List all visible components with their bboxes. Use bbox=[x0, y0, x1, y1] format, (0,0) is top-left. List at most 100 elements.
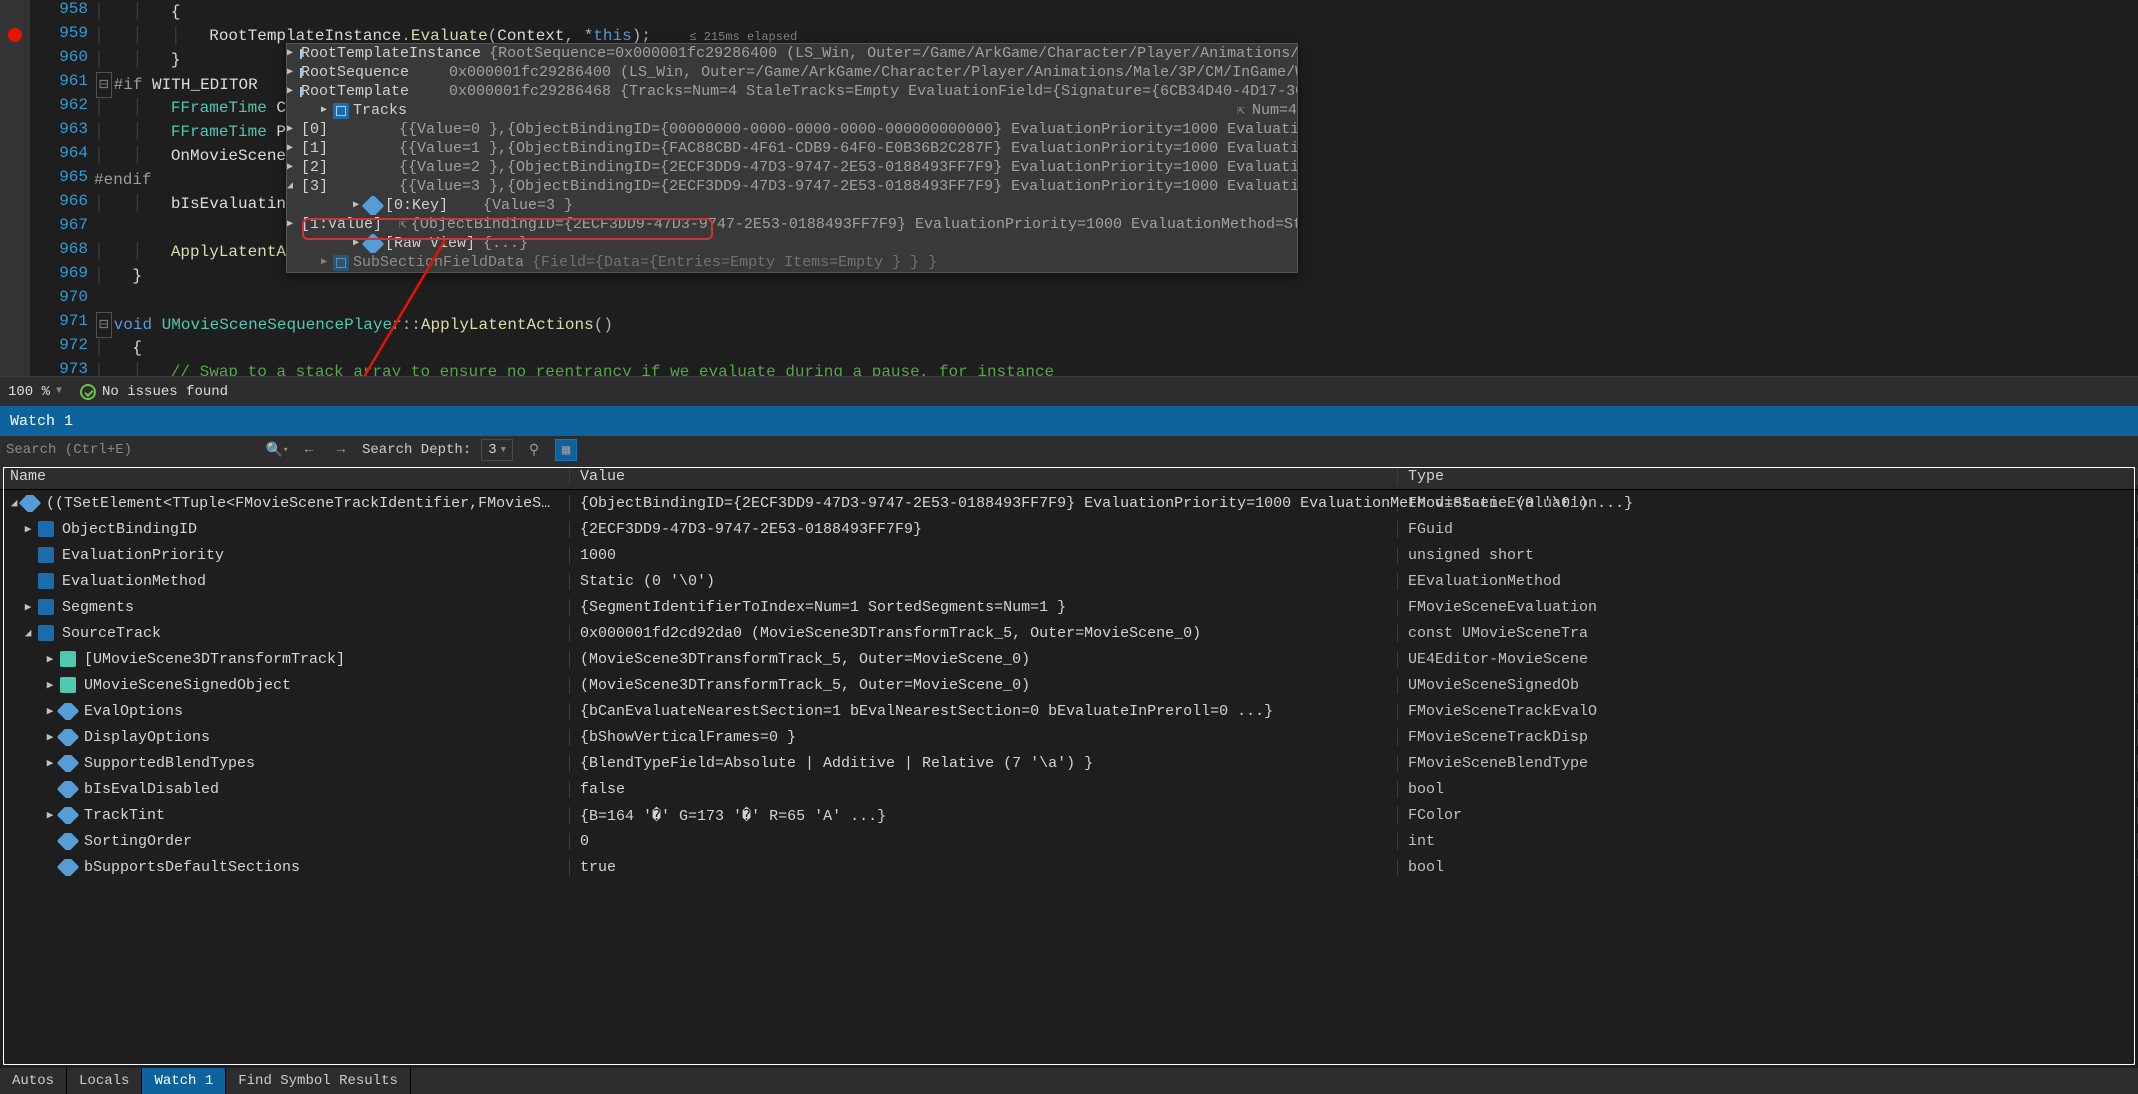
line-number: 965 bbox=[59, 168, 88, 186]
issues-indicator[interactable]: No issues found bbox=[80, 384, 228, 400]
datatip-name: [Raw View] bbox=[385, 234, 475, 253]
expand-arrow-icon[interactable]: ▶ bbox=[287, 44, 293, 63]
code-line[interactable]: ⊟void UMovieSceneSequencePlayer::ApplyLa… bbox=[94, 312, 613, 338]
datatip-root[interactable]: ▶RootTemplateInstance{RootSequence=0x000… bbox=[286, 43, 1298, 273]
search-placeholder: Search (Ctrl+E) bbox=[6, 442, 132, 458]
datatip-name: [1:Value] bbox=[301, 215, 391, 234]
expand-arrow-icon[interactable]: ◢ bbox=[287, 177, 293, 196]
line-number: 969 bbox=[59, 264, 88, 282]
watch-toolbar: Search (Ctrl+E) 🔍▾ ← → Search Depth: 3 ▼… bbox=[0, 436, 2138, 464]
expand-arrow-icon[interactable]: ▶ bbox=[319, 253, 329, 272]
datatip-value: {{Value=3 },{ObjectBindingID={2ECF3DD9-4… bbox=[399, 177, 1297, 196]
datatip-name: Tracks bbox=[353, 101, 493, 120]
breakpoint-icon[interactable] bbox=[8, 28, 22, 42]
watch-title-label: Watch 1 bbox=[10, 413, 73, 430]
datatip-name: RootSequence bbox=[301, 63, 441, 82]
datatip-row[interactable]: ▶ RootSequence 0x000001fc29286400 (LS_Win,… bbox=[287, 63, 1297, 82]
line-numbers: 9589599609619629639649659669679689699709… bbox=[30, 0, 94, 378]
datatip-name: SubSectionFieldData bbox=[353, 253, 524, 272]
datatip-row[interactable]: ▶ [0] {{Value=0 },{ObjectBindingID={000000… bbox=[287, 120, 1297, 139]
watch-panel-title[interactable]: Watch 1 bbox=[0, 406, 2138, 436]
search-depth-select[interactable]: 3 ▼ bbox=[481, 439, 513, 461]
datatip-value: {{Value=1 },{ObjectBindingID={FAC88CBD-4… bbox=[399, 139, 1297, 158]
var-icon bbox=[362, 196, 385, 215]
expand-arrow-icon[interactable]: ▶ bbox=[287, 120, 293, 139]
datatip-row[interactable]: ◢[3]{{Value=3 },{ObjectBindingID={2ECF3D… bbox=[287, 177, 1297, 196]
watch-row[interactable]: ▶UMovieSceneSignedObject(MovieScene3DTra… bbox=[0, 672, 2138, 698]
line-number: 958 bbox=[59, 0, 88, 18]
expand-arrow-icon[interactable]: ▶ bbox=[319, 101, 329, 120]
datatip-row[interactable]: ▶RootTemplate0x000001fc29286468 {Tracks=… bbox=[287, 82, 1297, 101]
zoom-level[interactable]: 100 % ▼ bbox=[8, 384, 62, 400]
datatip-value: {Value=3 } bbox=[483, 196, 573, 215]
bottom-tab[interactable]: Watch 1 bbox=[142, 1068, 226, 1094]
code-line[interactable]: │ { bbox=[94, 336, 142, 360]
chevron-down-icon: ▼ bbox=[501, 445, 506, 455]
gutter: 9589599609619629639649659669679689699709… bbox=[0, 0, 94, 378]
datatip-name: RootTemplateInstance bbox=[301, 44, 481, 63]
expand-arrow-icon[interactable]: ▶ bbox=[287, 139, 293, 158]
bottom-tab[interactable]: Locals bbox=[67, 1068, 142, 1094]
check-circle-icon bbox=[80, 384, 96, 400]
code-line[interactable]: ⊟#if WITH_EDITOR bbox=[94, 72, 258, 98]
line-number: 967 bbox=[59, 216, 88, 234]
datatip-name: [2] bbox=[301, 158, 391, 177]
datatip-row[interactable]: ▶ Tracks ⇱Num=4 bbox=[287, 101, 1297, 120]
bottom-tab[interactable]: Find Symbol Results bbox=[226, 1068, 411, 1094]
issues-text: No issues found bbox=[102, 384, 228, 400]
datatip-row[interactable]: ▶ [Raw View] {...} bbox=[287, 234, 1297, 253]
datatip-row[interactable]: ▶ [0:Key] {Value=3 } bbox=[287, 196, 1297, 215]
search-icon[interactable]: 🔍▾ bbox=[266, 439, 288, 461]
search-depth-value: 3 bbox=[488, 442, 496, 458]
expand-arrow-icon[interactable]: ▶ bbox=[287, 215, 293, 234]
datatip-value: {ObjectBindingID={2ECF3DD9-47D3-9747-2E5… bbox=[411, 215, 1297, 234]
datatip-value: Num=4 bbox=[1252, 101, 1297, 120]
editor-statusbar: 100 % ▼ No issues found bbox=[0, 376, 2138, 406]
bottom-tab[interactable]: Autos bbox=[0, 1068, 67, 1094]
code-line[interactable]: │ │ } bbox=[94, 48, 180, 72]
line-number: 961 bbox=[59, 72, 88, 90]
breakpoint-column[interactable] bbox=[0, 0, 30, 378]
datatip-row[interactable]: ▶ SubSectionFieldData {Field={Data={Entrie… bbox=[287, 253, 1297, 272]
line-number: 972 bbox=[59, 336, 88, 354]
field-icon bbox=[333, 103, 349, 119]
line-number: 968 bbox=[59, 240, 88, 258]
watch-search-input[interactable]: Search (Ctrl+E) bbox=[6, 439, 256, 461]
datatip-name: [0] bbox=[301, 120, 391, 139]
code-line[interactable]: │ } bbox=[94, 264, 142, 288]
code-line[interactable]: #endif bbox=[94, 168, 152, 192]
zoom-value: 100 % bbox=[8, 384, 50, 400]
datatip-name: RootTemplate bbox=[301, 82, 441, 101]
code-editor[interactable]: 9589599609619629639649659669679689699709… bbox=[0, 0, 2138, 378]
search-depth-label: Search Depth: bbox=[362, 442, 471, 458]
code-line[interactable]: │ │ { bbox=[94, 0, 180, 24]
datatip-value: 0x000001fc29286400 (LS_Win, Outer=/Game/… bbox=[449, 63, 1297, 82]
datatip-row[interactable]: ▶ [1] {{Value=1 },{ObjectBindingID={FAC88C… bbox=[287, 139, 1297, 158]
datatip-value: {...} bbox=[483, 234, 528, 253]
datatip-value: {Field={Data={Entries=Empty Items=Empty … bbox=[532, 253, 937, 272]
datatip-row[interactable]: ▶RootTemplateInstance{RootSequence=0x000… bbox=[287, 44, 1297, 63]
chevron-down-icon: ▼ bbox=[56, 386, 62, 397]
line-number: 963 bbox=[59, 120, 88, 138]
datatip-row[interactable]: ▶[2]{{Value=2 },{ObjectBindingID={2ECF3D… bbox=[287, 158, 1297, 177]
expand-arrow-icon[interactable]: ▶ bbox=[351, 196, 361, 215]
watch-grid[interactable]: Name Value Type ◢((TSetElement<TTuple<FM… bbox=[0, 464, 2138, 1068]
filter-icon[interactable]: ⚲ bbox=[523, 439, 545, 461]
datatip-row[interactable]: ▶ [1:Value] ⇱{ObjectBindingID={2ECF3DD9-47… bbox=[287, 215, 1297, 234]
arrow-left-icon[interactable]: ← bbox=[298, 439, 320, 461]
var-icon bbox=[362, 234, 385, 253]
arrow-right-icon[interactable]: → bbox=[330, 439, 352, 461]
pin-icon[interactable]: ⇱ bbox=[399, 215, 407, 234]
line-number: 962 bbox=[59, 96, 88, 114]
expand-arrow-icon[interactable]: ▶ bbox=[351, 234, 361, 253]
datatip-name: [1] bbox=[301, 139, 391, 158]
expand-arrow-icon[interactable]: ▶ bbox=[287, 63, 293, 82]
datatip-name: [0:Key] bbox=[385, 196, 475, 215]
expand-arrow-icon[interactable]: ▶ bbox=[287, 82, 293, 101]
code-line[interactable]: │ │ OnMovieSceneSec bbox=[94, 144, 315, 168]
bottom-tabstrip: AutosLocalsWatch 1Find Symbol Results bbox=[0, 1068, 2138, 1094]
expand-arrow-icon[interactable]: ▶ bbox=[287, 158, 293, 177]
datatip-value: {{Value=0 },{ObjectBindingID={00000000-0… bbox=[399, 120, 1297, 139]
pin-icon[interactable]: ⇱ bbox=[1234, 101, 1248, 120]
toggle-view-icon[interactable]: ▦ bbox=[555, 439, 577, 461]
